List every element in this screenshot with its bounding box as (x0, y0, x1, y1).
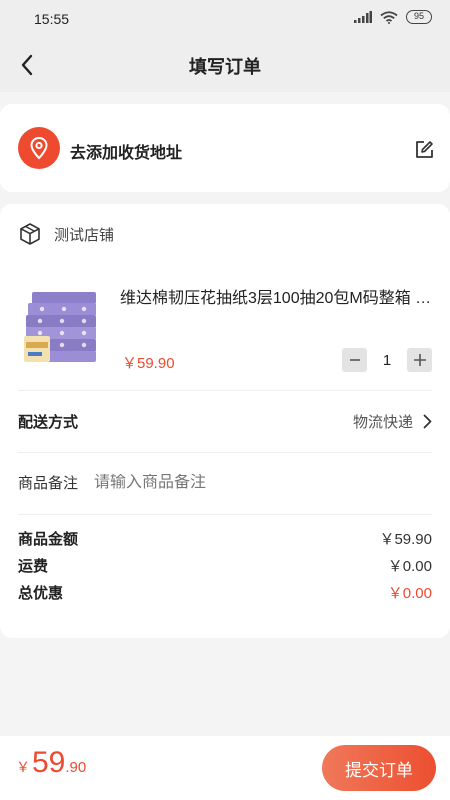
freight-label: 运费 (18, 557, 49, 575)
goods-amount-value: ￥59.90 (379, 530, 432, 548)
divider (18, 390, 432, 391)
shipping-method-value: 物流快递 (352, 413, 413, 431)
page-title: 填写订单 (189, 57, 261, 77)
shipping-method-selector[interactable]: 物流快递 (353, 411, 432, 432)
remark-row: 商品备注 (18, 472, 432, 493)
status-icons: 95 (354, 10, 432, 24)
add-address-label: 去添加收货地址 (70, 145, 183, 162)
remark-input[interactable] (94, 473, 432, 492)
product-image[interactable] (24, 288, 100, 366)
decrease-quantity-button[interactable] (342, 348, 367, 372)
edit-icon (416, 141, 433, 158)
signal-icon (354, 11, 372, 23)
status-time: 15:55 (34, 11, 70, 27)
edit-address-button[interactable] (414, 140, 434, 160)
bottom-bar: ￥ 59 .90 提交订单 (0, 736, 450, 800)
shop-name: 测试店铺 (54, 226, 115, 244)
freight-row: 运费 ￥0.00 (18, 555, 432, 575)
shipping-label: 配送方式 (18, 413, 79, 431)
freight-value: ￥0.00 (387, 557, 432, 575)
quantity-stepper: 1 (342, 348, 432, 372)
increase-quantity-button[interactable] (407, 348, 432, 372)
wifi-icon (380, 10, 398, 24)
add-address-card[interactable]: 去添加收货地址 (0, 104, 450, 192)
discount-label: 总优惠 (18, 584, 64, 602)
order-total: ￥ 59 .90 (16, 746, 86, 780)
quantity-value[interactable]: 1 (367, 352, 407, 369)
discount-row: 总优惠 ￥0.00 (18, 582, 432, 602)
divider (18, 514, 432, 515)
chevron-right-icon (423, 414, 432, 428)
shop-box-icon (20, 223, 40, 245)
location-pin-icon (18, 127, 60, 169)
goods-amount-row: 商品金额 ￥59.90 (18, 528, 432, 548)
shipping-row[interactable]: 配送方式 物流快递 (18, 408, 432, 434)
total-integer: 59 (32, 746, 66, 779)
remark-label: 商品备注 (18, 475, 79, 492)
product-price: ￥59.90 (122, 355, 175, 372)
status-bar: 15:55 95 (0, 0, 450, 38)
battery-indicator: 95 (406, 10, 432, 24)
goods-amount-label: 商品金额 (18, 530, 79, 548)
divider (18, 452, 432, 453)
total-currency: ￥ (16, 759, 30, 775)
submit-order-button[interactable]: 提交订单 (322, 745, 436, 791)
shop-row: 测试店铺 (18, 222, 114, 246)
product-title[interactable]: 维达棉韧压花抽纸3层100抽20包M码整箱 家用实惠装 (120, 284, 432, 308)
discount-value: ￥0.00 (387, 584, 432, 602)
plus-icon (413, 354, 426, 366)
total-decimal: .90 (65, 759, 87, 776)
order-card: 测试店铺 维达棉韧压花抽纸3层100抽20包M码整箱 家用实惠装 ￥59.90 … (0, 204, 450, 638)
nav-bar: 填写订单 (0, 38, 450, 92)
minus-icon (349, 359, 360, 361)
